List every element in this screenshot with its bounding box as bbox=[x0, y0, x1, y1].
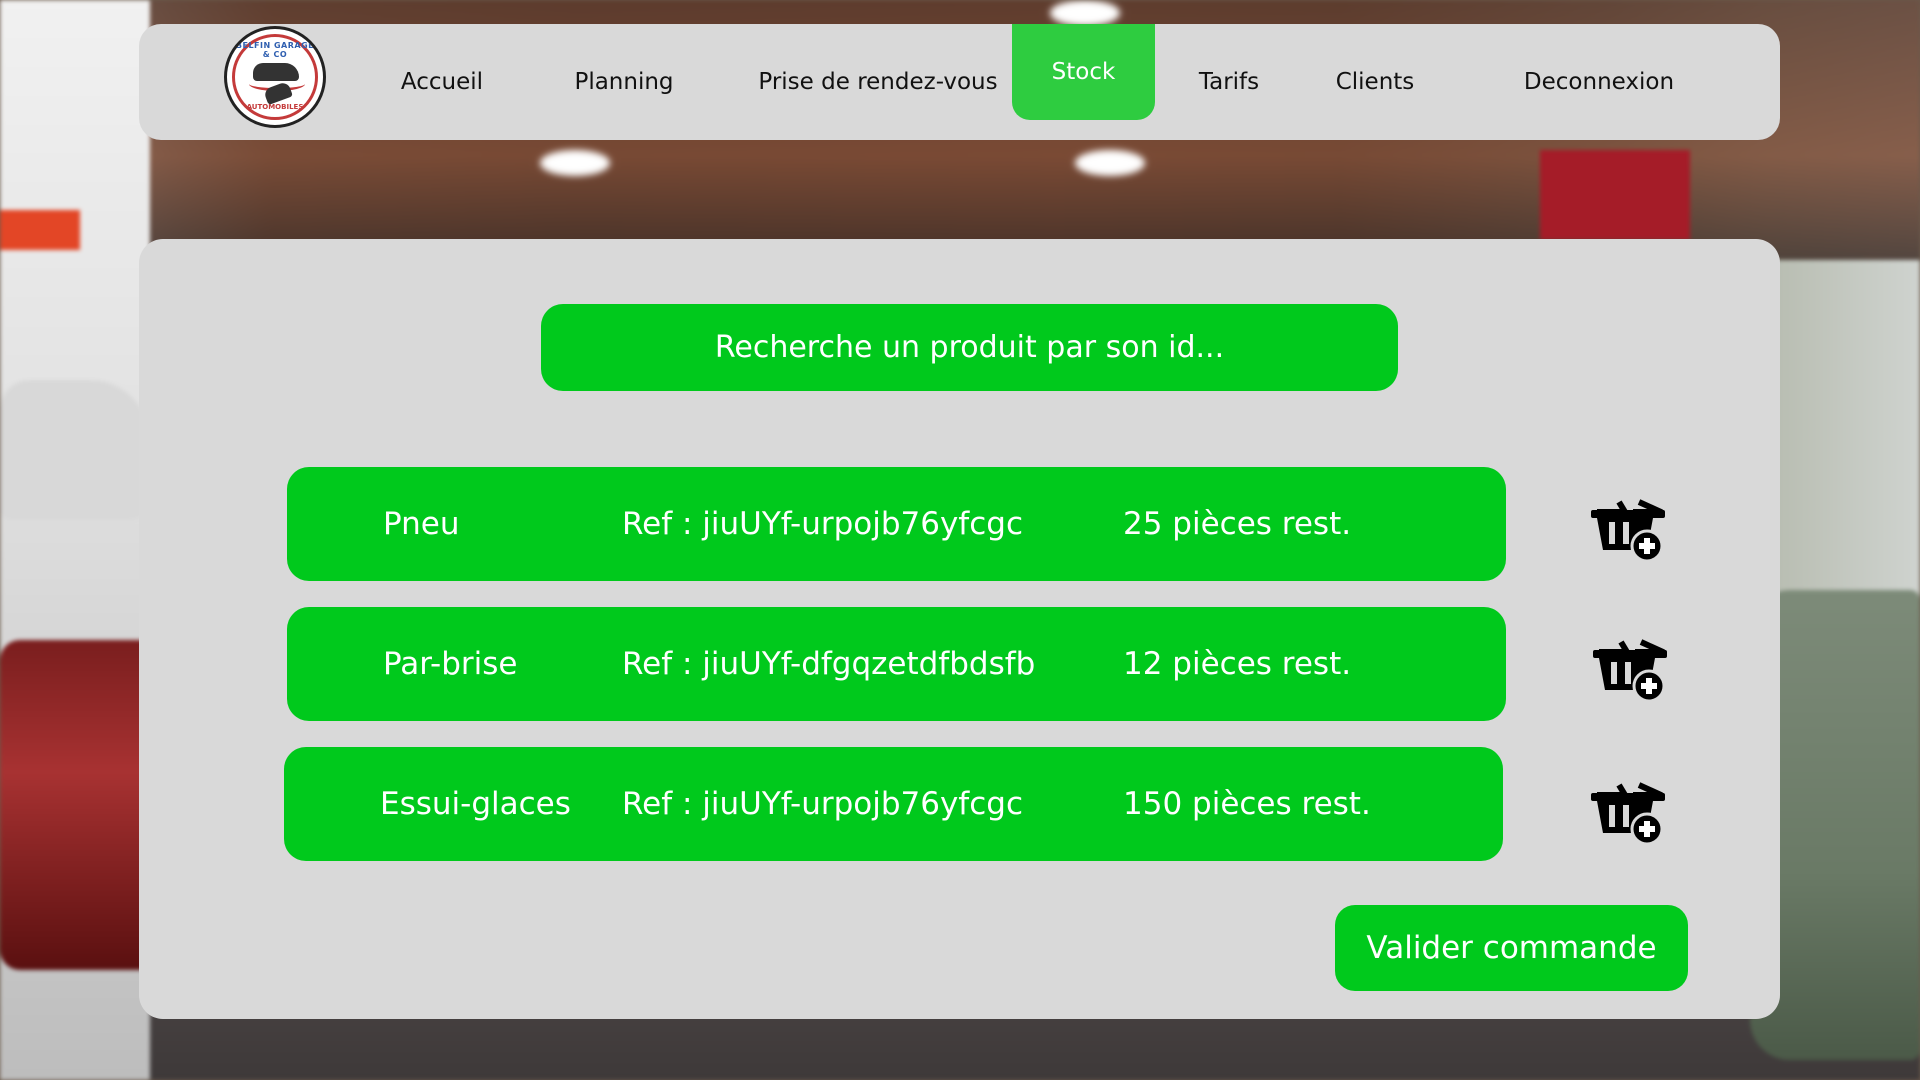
logo-emblem: BELFIN GARAGE & CO AUTOMOBILES bbox=[232, 34, 318, 120]
product-name: Par-brise bbox=[383, 646, 518, 682]
bg-car-white bbox=[0, 380, 150, 520]
bg-light bbox=[540, 150, 610, 176]
product-ref: Ref : jiuUYf-urpojb76yfcgc bbox=[622, 506, 1023, 542]
logo[interactable]: BELFIN GARAGE & CO AUTOMOBILES bbox=[224, 26, 326, 128]
bg-car-red bbox=[0, 640, 160, 970]
product-ref: Ref : jiuUYf-urpojb76yfcgc bbox=[622, 786, 1023, 822]
nav-stock[interactable]: Stock bbox=[1012, 24, 1155, 120]
bg-light bbox=[1075, 150, 1145, 176]
logo-text-bottom: AUTOMOBILES bbox=[246, 103, 304, 111]
product-ref: Ref : jiuUYf-dfgqzetdfbdsfb bbox=[622, 646, 1036, 682]
basket-add-svg bbox=[1593, 639, 1667, 703]
basket-add-icon[interactable] bbox=[1591, 634, 1671, 704]
bg-sign bbox=[1540, 150, 1690, 240]
top-navbar: BELFIN GARAGE & CO AUTOMOBILES Accueil P… bbox=[139, 24, 1780, 140]
search-input[interactable] bbox=[541, 304, 1398, 391]
stock-panel: Pneu Ref : jiuUYf-urpojb76yfcgc 25 pièce… bbox=[139, 239, 1780, 1019]
nav-planning[interactable]: Planning bbox=[559, 24, 689, 140]
product-stock: 150 pièces rest. bbox=[1123, 786, 1371, 822]
basket-add-svg bbox=[1591, 499, 1665, 563]
product-stock: 12 pièces rest. bbox=[1123, 646, 1352, 682]
product-name: Pneu bbox=[383, 506, 460, 542]
validate-order-button[interactable]: Valider commande bbox=[1335, 905, 1688, 991]
nav-clients[interactable]: Clients bbox=[1315, 24, 1435, 140]
product-row[interactable]: Par-brise Ref : jiuUYf-dfgqzetdfbdsfb 12… bbox=[287, 607, 1506, 721]
nav-deconnexion[interactable]: Deconnexion bbox=[1509, 24, 1689, 140]
bg-light bbox=[1050, 0, 1120, 26]
product-row[interactable]: Pneu Ref : jiuUYf-urpojb76yfcgc 25 pièce… bbox=[287, 467, 1506, 581]
nav-tarifs[interactable]: Tarifs bbox=[1169, 24, 1289, 140]
basket-add-icon[interactable] bbox=[1589, 777, 1669, 847]
bg-orange-tag bbox=[0, 210, 80, 250]
product-row[interactable]: Essui-glaces Ref : jiuUYf-urpojb76yfcgc … bbox=[284, 747, 1503, 861]
logo-text-top: BELFIN GARAGE & CO bbox=[235, 41, 315, 59]
basket-add-icon[interactable] bbox=[1589, 494, 1669, 564]
nav-prise-de-rendez-vous[interactable]: Prise de rendez-vous bbox=[743, 24, 1013, 140]
product-stock: 25 pièces rest. bbox=[1123, 506, 1352, 542]
nav-accueil[interactable]: Accueil bbox=[382, 24, 502, 140]
product-name: Essui-glaces bbox=[380, 786, 571, 822]
basket-add-svg bbox=[1591, 782, 1665, 846]
